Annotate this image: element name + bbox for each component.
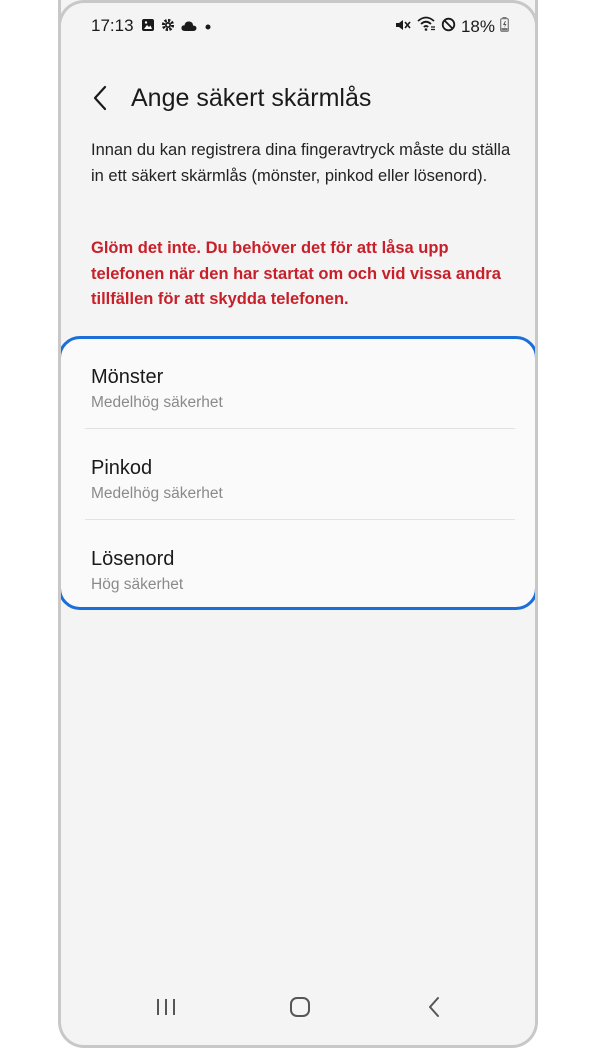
- divider: [85, 428, 515, 429]
- app-header: Ange säkert skärmlås: [61, 78, 535, 122]
- warning-text: Glöm det inte. Du behöver det för att lå…: [91, 239, 501, 308]
- back-icon: [427, 996, 441, 1023]
- nav-back-button[interactable]: [409, 989, 459, 1029]
- screen-lock-options: Mönster Medelhög säkerhet Pinkod Medelhö…: [61, 336, 535, 612]
- battery-charging-icon: [500, 16, 509, 37]
- navigation-bar: [61, 975, 535, 1045]
- option-title: Pinkod: [91, 457, 153, 479]
- recent-apps-icon: [155, 997, 177, 1022]
- option-password[interactable]: Lösenord Hög säkerhet: [85, 524, 515, 612]
- status-time: 17:13: [91, 16, 134, 35]
- phone-screen: 17:13 18% Ange säkert skärmlås Innan du …: [58, 0, 538, 1048]
- divider: [85, 519, 515, 520]
- option-subtitle: Hög säkerhet: [91, 576, 184, 593]
- option-pin[interactable]: Pinkod Medelhög säkerhet: [85, 433, 515, 521]
- option-subtitle: Medelhög säkerhet: [91, 394, 223, 411]
- battery-percentage: 18%: [460, 16, 495, 36]
- do-not-disturb-icon: [441, 17, 456, 37]
- option-title: Mönster: [91, 366, 164, 388]
- status-notification-icons: [141, 17, 213, 37]
- home-button[interactable]: [275, 989, 325, 1029]
- settings-gear-icon: [161, 17, 175, 37]
- page-title: Ange säkert skärmlås: [131, 84, 372, 112]
- wifi-icon: [416, 16, 436, 37]
- status-system-icons: 18%: [395, 16, 509, 37]
- option-subtitle: Medelhög säkerhet: [91, 485, 223, 502]
- status-bar: 17:13 18%: [61, 0, 535, 52]
- option-title: Lösenord: [91, 548, 175, 570]
- option-pattern[interactable]: Mönster Medelhög säkerhet: [85, 342, 515, 430]
- gallery-icon: [141, 17, 155, 37]
- back-button[interactable]: [85, 82, 115, 118]
- home-icon: [289, 996, 311, 1023]
- chevron-left-icon: [92, 85, 108, 116]
- description-text: Innan du kan registrera dina fingeravtry…: [91, 141, 511, 185]
- cloud-icon: [181, 17, 197, 37]
- recent-apps-button[interactable]: [141, 989, 191, 1029]
- dot-icon: [203, 17, 213, 37]
- mute-vibrate-icon: [395, 17, 411, 37]
